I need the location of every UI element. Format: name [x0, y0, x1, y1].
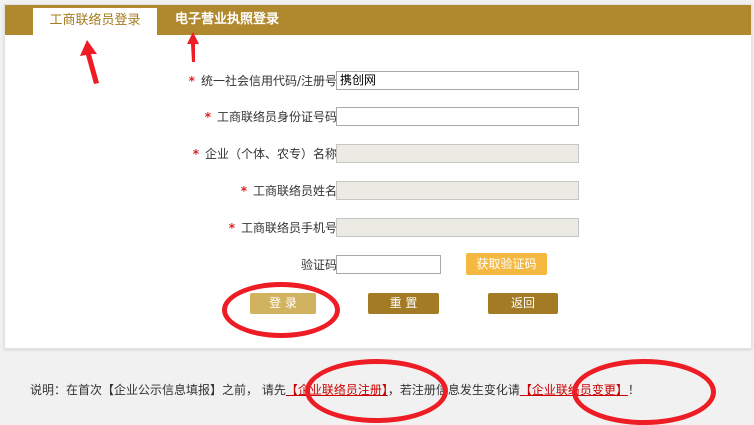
- liaison-register-link[interactable]: 【企业联络员注册】: [286, 383, 388, 397]
- note-prefix: 说明：在首次【企业公示信息填报】之前， 请先: [30, 383, 286, 397]
- id-number-row: * 工商联络员身份证号码: [5, 107, 751, 127]
- required-star: *: [228, 221, 235, 235]
- instructions-note: 说明：在首次【企业公示信息填报】之前， 请先【企业联络员注册】，若注册信息发生变…: [30, 381, 640, 398]
- captcha-input[interactable]: [336, 255, 441, 274]
- tab-bar: 工商联络员登录 电子营业执照登录: [5, 5, 751, 36]
- liaison-name-label: * 工商联络员姓名: [240, 184, 337, 198]
- required-star: *: [192, 147, 199, 161]
- liaison-change-link[interactable]: 【企业联络员变更】: [520, 383, 628, 397]
- credit-code-label: * 统一社会信用代码/注册号: [188, 74, 337, 88]
- login-button[interactable]: 登 录: [250, 293, 316, 314]
- company-name-row: * 企业（个体、农专）名称: [5, 144, 751, 164]
- tab-electronic-license-login[interactable]: 电子营业执照登录: [175, 5, 279, 35]
- captcha-row: 验证码 获取验证码: [5, 253, 751, 275]
- liaison-phone-input: [336, 218, 579, 237]
- reset-button[interactable]: 重 置: [368, 293, 439, 314]
- liaison-name-row: * 工商联络员姓名: [5, 181, 751, 201]
- captcha-label: 验证码: [300, 258, 337, 272]
- get-code-button[interactable]: 获取验证码: [466, 253, 547, 275]
- required-star: *: [188, 74, 195, 88]
- required-star: *: [204, 110, 211, 124]
- liaison-phone-label: * 工商联络员手机号: [228, 221, 337, 235]
- tab-liaison-login[interactable]: 工商联络员登录: [33, 8, 157, 36]
- liaison-phone-row: * 工商联络员手机号: [5, 218, 751, 238]
- liaison-name-input: [336, 181, 579, 200]
- note-middle: ，若注册信息发生变化请: [387, 383, 520, 397]
- login-panel: 工商联络员登录 电子营业执照登录 *统一社会信用代码/注册号 *工商联络员身份证…: [4, 4, 752, 349]
- id-number-label: * 工商联络员身份证号码: [204, 110, 337, 124]
- note-suffix: ！: [627, 383, 640, 397]
- credit-code-row: * 统一社会信用代码/注册号: [5, 71, 751, 91]
- company-name-label: * 企业（个体、农专）名称: [192, 147, 337, 161]
- back-button[interactable]: 返回: [488, 293, 558, 314]
- required-star: *: [240, 184, 247, 198]
- credit-code-input[interactable]: [336, 71, 579, 90]
- id-number-input[interactable]: [336, 107, 579, 126]
- company-name-input: [336, 144, 579, 163]
